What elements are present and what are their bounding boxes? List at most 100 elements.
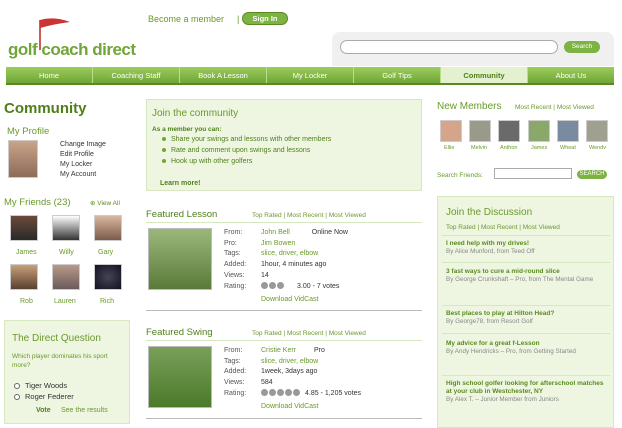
vote-button[interactable]: Vote xyxy=(36,407,51,414)
divider xyxy=(146,310,422,311)
member-name[interactable]: Melvin xyxy=(471,145,487,151)
question-title: The Direct Question xyxy=(12,333,101,344)
discussion-item[interactable]: 3 fast ways to cure a mid-round slice By … xyxy=(446,268,606,284)
option-tiger[interactable]: Tiger Woods xyxy=(14,381,67,390)
member-avatar[interactable] xyxy=(557,120,579,142)
nav-golf-tips[interactable]: Golf Tips xyxy=(354,67,441,83)
member-avatar[interactable] xyxy=(498,120,520,142)
tab-top-rated[interactable]: Top Rated xyxy=(252,330,282,337)
member-avatar[interactable] xyxy=(469,120,491,142)
lesson-pro-link[interactable]: Jim Bowen xyxy=(261,239,348,250)
friend-avatar[interactable] xyxy=(94,215,122,241)
discussion-item[interactable]: High school golfer looking for afterscho… xyxy=(446,380,606,404)
tab-top-rated[interactable]: Top Rated xyxy=(252,212,282,219)
member-name[interactable]: Wheat xyxy=(560,145,576,151)
discussion-title: Join the Discussion xyxy=(446,207,533,218)
discussion-item[interactable]: My advice for a great f-Lesson By Andy He… xyxy=(446,340,606,356)
swing-rating: 4.85 - 1,205 votes xyxy=(305,389,362,397)
friend-name[interactable]: Willy xyxy=(59,249,74,256)
search-input[interactable] xyxy=(340,40,558,54)
lesson-tags[interactable]: slice, driver, elbow xyxy=(261,249,348,260)
friend-avatar[interactable] xyxy=(52,264,80,290)
friend-name[interactable]: Rob xyxy=(20,298,33,305)
lesson-thumbnail[interactable] xyxy=(148,228,212,290)
my-account-link[interactable]: My Account xyxy=(60,170,106,180)
main-nav: Home Coaching Staff Book A Lesson My Loc… xyxy=(6,67,614,85)
member-avatar[interactable] xyxy=(440,120,462,142)
friend-name[interactable]: Lauren xyxy=(54,298,76,305)
learn-more-link[interactable]: Learn more! xyxy=(160,180,200,187)
friend-name[interactable]: James xyxy=(16,249,37,256)
question-text: Which player dominates his sport more? xyxy=(12,353,108,369)
search-button[interactable]: Search xyxy=(564,41,600,53)
friend-avatar[interactable] xyxy=(94,264,122,290)
tab-most-viewed[interactable]: Most Viewed xyxy=(329,212,366,219)
swing-download-link[interactable]: Download VidCast xyxy=(261,403,318,410)
lesson-added: 1hour, 4 minutes ago xyxy=(261,261,327,269)
edit-profile-link[interactable]: Edit Profile xyxy=(60,150,106,160)
nav-my-locker[interactable]: My Locker xyxy=(267,67,354,83)
search-friends-input[interactable] xyxy=(494,168,572,179)
radio-button[interactable] xyxy=(14,394,20,401)
swing-tabs: Top Rated | Most Recent | Most Viewed xyxy=(252,330,366,337)
lesson-tabs: Top Rated | Most Recent | Most Viewed xyxy=(252,212,366,219)
search-friends-button[interactable]: SEARCH xyxy=(577,170,607,179)
nav-about-us[interactable]: About Us xyxy=(528,67,614,83)
rating-stars xyxy=(261,282,285,290)
tab-most-viewed[interactable]: Most Viewed xyxy=(557,104,594,111)
divider xyxy=(146,222,422,223)
friend-name[interactable]: Gary xyxy=(98,249,113,256)
online-status: Online Now xyxy=(311,229,348,236)
friend-avatar[interactable] xyxy=(10,215,38,241)
friend-avatar[interactable] xyxy=(10,264,38,290)
friends-title: My Friends (23) xyxy=(4,197,71,208)
logo[interactable]: golf coach direct xyxy=(4,14,154,64)
swing-views: 584 xyxy=(261,379,273,387)
swing-tags[interactable]: slice, driver, elbow xyxy=(261,357,361,368)
option-label: Roger Federer xyxy=(25,392,74,401)
member-name[interactable]: Wendv xyxy=(589,145,606,151)
option-roger[interactable]: Roger Federer xyxy=(14,392,74,401)
profile-avatar[interactable] xyxy=(8,140,38,178)
member-name[interactable]: James xyxy=(531,145,547,151)
lesson-views: 14 xyxy=(261,271,269,279)
discussion-item[interactable]: Best places to play at Hilton Head? By Ge… xyxy=(446,310,606,326)
lesson-download-link[interactable]: Download VidCast xyxy=(261,296,318,303)
swing-from-link[interactable]: Cristie Kerr xyxy=(261,347,296,354)
radio-button[interactable] xyxy=(14,383,20,390)
tab-most-recent[interactable]: Most Recent xyxy=(287,212,324,219)
tab-most-viewed[interactable]: Most Viewed xyxy=(329,330,366,337)
swing-values: Cristie Kerr Pro slice, driver, elbow 1we… xyxy=(261,346,361,400)
member-avatar[interactable] xyxy=(586,120,608,142)
member-name[interactable]: Anthon xyxy=(500,145,517,151)
divider xyxy=(146,418,422,419)
tab-top-rated[interactable]: Top Rated xyxy=(446,224,476,231)
member-name[interactable]: Ellie xyxy=(444,145,454,151)
change-image-link[interactable]: Change Image xyxy=(60,140,106,150)
nav-book-a-lesson[interactable]: Book A Lesson xyxy=(180,67,267,83)
tab-most-recent[interactable]: Most Recent xyxy=(515,104,552,111)
become-member-link[interactable]: Become a member xyxy=(148,14,224,24)
join-title: Join the community xyxy=(152,108,239,119)
nav-community[interactable]: Community xyxy=(441,67,528,83)
friend-name[interactable]: Rich xyxy=(100,298,114,305)
friend-avatar[interactable] xyxy=(52,215,80,241)
swing-thumbnail[interactable] xyxy=(148,346,212,408)
tab-most-recent[interactable]: Most Recent xyxy=(287,330,324,337)
nav-home[interactable]: Home xyxy=(6,67,93,83)
my-locker-link[interactable]: My Locker xyxy=(60,160,106,170)
nav-coaching-staff[interactable]: Coaching Staff xyxy=(93,67,180,83)
view-all-link[interactable]: ⊕ View All xyxy=(90,199,120,207)
join-item: Rate and comment upon swings and lessons xyxy=(162,147,310,154)
tab-most-recent[interactable]: Most Recent xyxy=(481,224,518,231)
divider xyxy=(442,333,610,334)
lesson-from-link[interactable]: John Bell xyxy=(261,229,290,236)
profile-title: My Profile xyxy=(7,126,50,137)
sign-in-button[interactable]: Sign In xyxy=(242,12,288,25)
tab-most-viewed[interactable]: Most Viewed xyxy=(523,224,560,231)
lesson-values: John Bell Online Now Jim Bowen slice, dri… xyxy=(261,228,348,292)
see-results-link[interactable]: See the results xyxy=(61,407,108,414)
discussion-item[interactable]: I need help with my drives! By Alice Munf… xyxy=(446,240,606,256)
divider xyxy=(146,340,422,341)
member-avatar[interactable] xyxy=(528,120,550,142)
